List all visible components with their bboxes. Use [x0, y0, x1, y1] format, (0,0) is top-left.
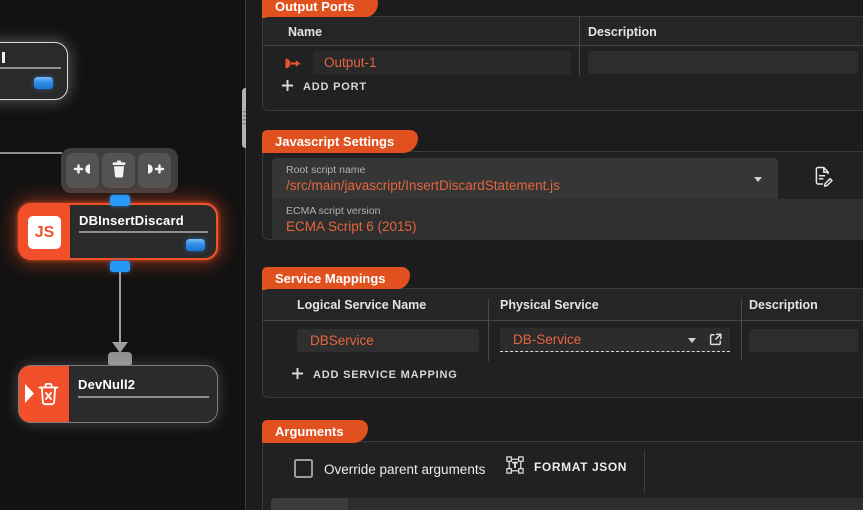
node-divider [0, 67, 61, 69]
node-divider [79, 231, 208, 233]
column-header-description: Description [588, 25, 657, 39]
override-arguments-label: Override parent arguments [324, 462, 486, 477]
javascript-node-icon: JS [28, 216, 61, 249]
javascript-settings-badge: Javascript Settings [262, 130, 419, 153]
service-mappings-badge: Service Mappings [262, 267, 410, 290]
root-script-select[interactable]: Root script name /src/main/javascript/In… [272, 158, 778, 199]
app-window: JS DBInsertDiscard DevNull2 Output Ports… [0, 0, 863, 510]
javascript-settings-section: Javascript Settings Root script name /sr… [262, 130, 863, 240]
discard-trash-x-icon [36, 381, 61, 413]
column-header-logical: Logical Service Name [297, 298, 427, 312]
port-description-input[interactable] [588, 51, 858, 74]
output-ports-section: Output Ports Name Description Output-1 A… [262, 0, 863, 111]
arguments-editor[interactable] [348, 498, 863, 510]
plus-icon [281, 79, 294, 95]
format-text-icon [506, 456, 524, 477]
edit-script-icon [813, 166, 834, 190]
mapping-description-input[interactable] [749, 329, 858, 352]
service-mappings-section: Service Mappings Logical Service Name Ph… [262, 267, 863, 398]
plus-icon [291, 367, 304, 383]
add-input-port-icon [73, 161, 93, 180]
add-port-button[interactable]: ADD PORT [281, 79, 367, 95]
node-status-pill [34, 77, 53, 89]
input-marker-icon [25, 384, 34, 408]
physical-service-select[interactable]: DB-Service [500, 328, 730, 352]
caret-down-icon [688, 338, 696, 343]
node-dbinsertdiscard[interactable]: JS DBInsertDiscard [18, 203, 218, 260]
edit-script-button[interactable] [809, 163, 837, 191]
node-type-strip [19, 366, 69, 422]
node-type-strip: JS [20, 205, 70, 258]
caret-down-icon [754, 177, 762, 182]
output-port-connector[interactable] [110, 261, 130, 272]
table-header-row: Name Description [263, 17, 863, 46]
column-header-physical: Physical Service [500, 298, 599, 312]
open-service-link-button[interactable] [707, 332, 723, 348]
connection-edge-vertical [119, 272, 121, 344]
node-devnull2[interactable]: DevNull2 [18, 365, 218, 423]
node-status-pill [186, 239, 205, 251]
connection-edge-horizontal [0, 152, 62, 154]
trash-icon [111, 160, 127, 181]
properties-panel: Output Ports Name Description Output-1 A… [246, 0, 863, 510]
column-divider [741, 299, 742, 361]
arguments-editor-gutter [271, 498, 348, 510]
external-link-icon [708, 333, 723, 350]
arguments-badge: Arguments [262, 420, 368, 443]
column-header-description: Description [749, 298, 818, 312]
output-ports-badge: Output Ports [262, 0, 379, 18]
port-name-input[interactable]: Output-1 [313, 51, 571, 75]
connection-stub [108, 352, 132, 365]
input-port-connector[interactable] [110, 195, 130, 206]
column-divider [488, 299, 489, 361]
add-input-port-button[interactable] [66, 153, 99, 188]
node-toolbar [61, 148, 178, 193]
partial-node[interactable] [0, 42, 68, 100]
delete-node-button[interactable] [102, 153, 135, 188]
add-output-port-button[interactable] [138, 153, 171, 188]
output-port-icon [283, 57, 302, 75]
node-divider [78, 396, 209, 398]
column-header-name: Name [288, 25, 323, 39]
override-arguments-checkbox[interactable] [294, 459, 313, 478]
add-service-mapping-button[interactable]: ADD SERVICE MAPPING [291, 367, 458, 383]
table-header-row: Logical Service Name Physical Service De… [263, 289, 863, 321]
node-title: DBInsertDiscard [79, 213, 184, 228]
node-title: DevNull2 [78, 377, 136, 392]
ecma-version-select[interactable]: ECMA script version ECMA Script 6 (2015) [272, 199, 863, 240]
partial-node-title-fragment [2, 52, 5, 63]
format-json-button[interactable]: FORMAT JSON [506, 456, 627, 477]
flow-canvas[interactable]: JS DBInsertDiscard DevNull2 [0, 0, 246, 510]
toolbar-divider [644, 450, 645, 492]
column-divider [579, 17, 580, 75]
add-output-port-icon [145, 161, 165, 180]
logical-service-input[interactable]: DBService [297, 329, 479, 352]
arguments-section: Arguments Override parent arguments FORM… [262, 420, 863, 510]
